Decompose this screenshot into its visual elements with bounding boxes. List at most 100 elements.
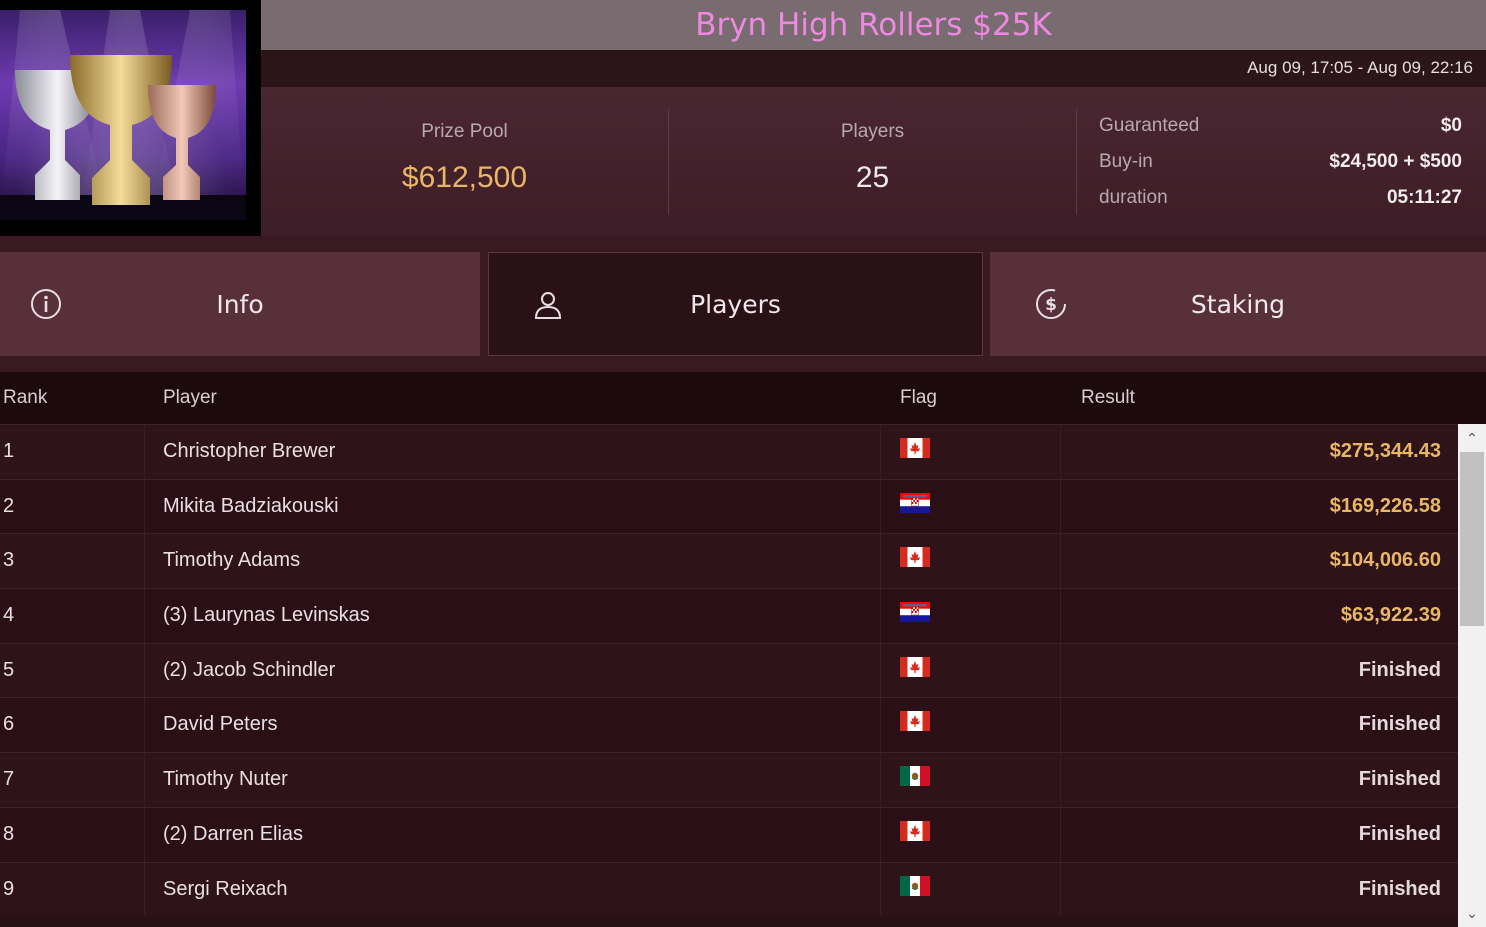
column-divider	[1060, 698, 1061, 753]
scroll-down-arrow-icon[interactable]: ⌄	[1458, 899, 1486, 927]
table-row[interactable]: 8 (2) Darren Elias Finished	[0, 806, 1458, 862]
tournament-title: Bryn High Rollers $25K	[695, 7, 1052, 43]
rank-cell: 3	[3, 549, 15, 572]
tab-info[interactable]: Info	[0, 252, 480, 356]
column-divider	[880, 643, 881, 698]
column-divider	[144, 862, 145, 917]
column-divider	[144, 698, 145, 753]
result-header: Result	[1081, 387, 1135, 408]
result-cell: Finished	[1358, 713, 1441, 736]
result-cell: Finished	[1358, 658, 1441, 681]
column-divider	[144, 479, 145, 534]
rank-cell: 1	[3, 440, 15, 462]
canada-flag-icon	[900, 547, 930, 568]
buyin-value: $24,500 + $500	[1329, 151, 1462, 172]
column-divider	[880, 862, 881, 917]
rank-cell: 5	[3, 658, 15, 681]
players-table-body: 1 Christopher Brewer $275,344.43 2 Mikita Ba…	[0, 424, 1458, 917]
trophy-picture	[0, 10, 246, 220]
scroll-up-arrow-icon[interactable]: ⌃	[1458, 424, 1486, 452]
column-divider	[880, 589, 881, 643]
column-divider	[1060, 589, 1061, 643]
table-row[interactable]: 1 Christopher Brewer $275,344.43	[0, 424, 1458, 479]
rank-header: Rank	[3, 387, 48, 408]
players-stat: Players 25	[669, 87, 1076, 236]
user-icon	[534, 292, 562, 319]
result-cell: $169,226.58	[1329, 494, 1441, 517]
canada-flag-icon	[900, 820, 930, 841]
player-header: Player	[163, 387, 217, 408]
guaranteed-label: Guaranteed	[1099, 115, 1200, 136]
tournament-title-bar: Bryn High Rollers $25K	[261, 0, 1486, 50]
column-divider	[1060, 807, 1061, 862]
rank-cell: 4	[3, 604, 15, 627]
tab-staking-label: Staking	[1190, 289, 1286, 319]
player-name-cell: Mikita Badziakouski	[163, 494, 339, 517]
column-divider	[144, 425, 145, 479]
duration-label: duration	[1099, 187, 1168, 208]
tab-info-label: Info	[216, 289, 264, 319]
players-value: 25	[855, 161, 890, 194]
table-scrollbar[interactable]: ⌃ ⌄	[1458, 424, 1486, 927]
prize-pool-value: $612,500	[401, 161, 528, 194]
flag-header: Flag	[900, 387, 937, 408]
table-row[interactable]: 6 David Peters Finished	[0, 697, 1458, 753]
buyin-label: Buy-in	[1099, 151, 1153, 172]
canada-flag-icon	[900, 711, 930, 732]
table-row[interactable]: 9 Sergi Reixach Finished	[0, 861, 1458, 917]
player-name-cell: Sergi Reixach	[163, 877, 288, 900]
column-divider	[1060, 534, 1061, 589]
column-divider	[880, 534, 881, 589]
column-divider	[880, 753, 881, 807]
column-divider	[144, 589, 145, 643]
column-divider	[1060, 643, 1061, 698]
tournament-date-range: Aug 09, 17:05 - Aug 09, 22:16	[1247, 58, 1473, 77]
prize-pool-label: Prize Pool	[421, 121, 508, 142]
result-cell: $104,006.60	[1329, 549, 1441, 572]
tab-players[interactable]: Players	[488, 252, 983, 356]
trophies-icon	[0, 10, 246, 220]
result-cell: Finished	[1358, 877, 1441, 900]
guaranteed-value: $0	[1440, 115, 1462, 136]
player-name-cell: David Peters	[163, 713, 278, 736]
player-name-cell: Timothy Nuter	[163, 768, 288, 791]
prize-pool-stat: Prize Pool $612,500	[261, 87, 668, 236]
rank-cell: 8	[3, 822, 15, 845]
tab-players-label: Players	[690, 289, 781, 319]
mexico-flag-icon	[900, 766, 930, 787]
player-name-cell: (2) Darren Elias	[163, 822, 304, 845]
player-name-cell: (3) Laurynas Levinskas	[163, 604, 370, 627]
player-name-cell: Christopher Brewer	[163, 440, 336, 462]
rank-cell: 2	[3, 494, 15, 517]
rank-cell: 9	[3, 877, 15, 900]
info-icon	[31, 289, 61, 319]
column-divider	[144, 753, 145, 807]
svg-text:$: $	[1045, 295, 1057, 315]
scroll-thumb[interactable]	[1460, 452, 1484, 626]
stats-divider	[1076, 109, 1077, 215]
rank-cell: 7	[3, 768, 15, 791]
column-divider	[144, 534, 145, 589]
column-divider	[144, 643, 145, 698]
tournament-image	[0, 0, 261, 236]
result-cell: Finished	[1358, 822, 1441, 845]
column-divider	[144, 807, 145, 862]
rank-cell: 6	[3, 713, 15, 736]
player-name-cell: Timothy Adams	[163, 549, 301, 572]
table-row[interactable]: 7 Timothy Nuter Finished	[0, 752, 1458, 807]
table-row[interactable]: 2 Mikita Badziakouski $169,226.58	[0, 478, 1458, 534]
result-cell: $275,344.43	[1329, 440, 1441, 462]
table-row[interactable]: 5 (2) Jacob Schindler Finished	[0, 642, 1458, 698]
table-row[interactable]: 3 Timothy Adams $104,006.60	[0, 533, 1458, 589]
player-name-cell: (2) Jacob Schindler	[163, 658, 336, 681]
mexico-flag-icon	[900, 875, 930, 896]
column-divider	[1060, 753, 1061, 807]
dollar-coin-icon: $	[1036, 289, 1066, 319]
canada-flag-icon	[900, 656, 930, 677]
result-cell: $63,922.39	[1340, 604, 1441, 627]
croatia-flag-icon	[900, 602, 930, 623]
tab-staking[interactable]: $ Staking	[990, 252, 1486, 356]
date-bar: Aug 09, 17:05 - Aug 09, 22:16	[261, 50, 1486, 87]
table-row[interactable]: 4 (3) Laurynas Levinskas $63,922.39	[0, 588, 1458, 643]
players-table-header: Rank Player Flag Result	[0, 372, 1486, 424]
